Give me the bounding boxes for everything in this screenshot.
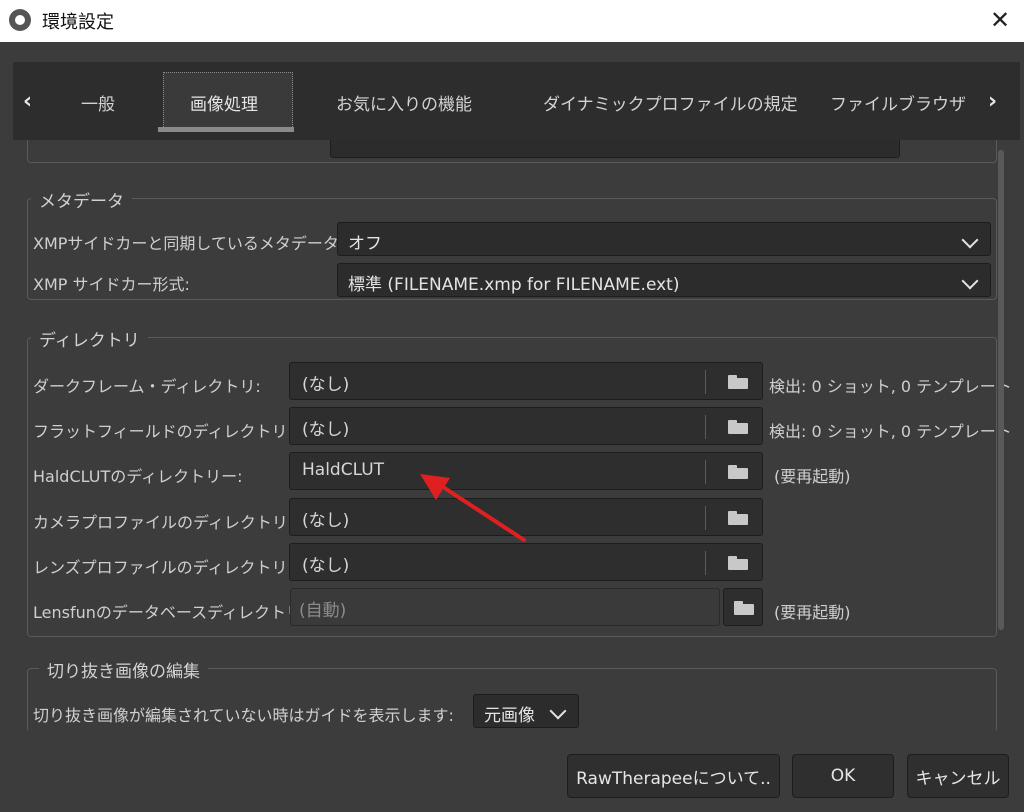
cancel-button[interactable]: キャンセル (907, 754, 1009, 798)
about-button[interactable]: RawTherapeeについて.. (567, 754, 780, 798)
annotation-arrow (420, 474, 526, 542)
ok-button[interactable]: OK (792, 754, 894, 798)
